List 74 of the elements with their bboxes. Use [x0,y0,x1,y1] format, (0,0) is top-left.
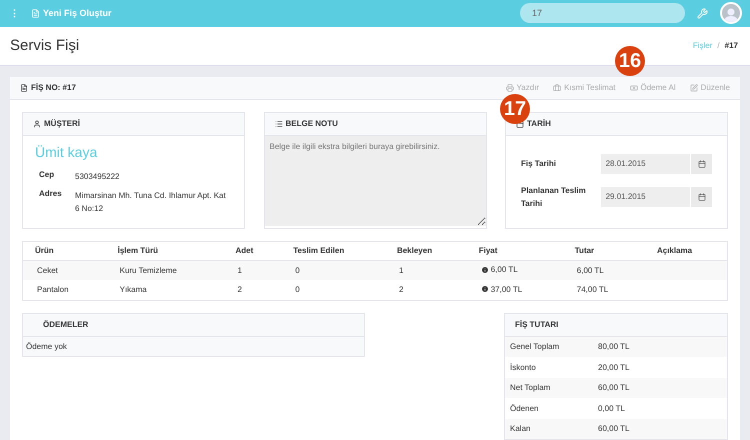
note-field[interactable]: Belge ile ilgili ekstra bilgileri buraya girebilirsiniz. [264,136,486,226]
total-label: Net Toplam [510,383,552,392]
empty-message: Ödeme yok [23,336,364,356]
user-icon [33,120,41,128]
table-cell: 6,00 TL [576,266,604,275]
total-label: Ödenen [510,404,540,413]
table-cell: 6,00 TL [480,265,518,274]
total-value: 60,00 TL [598,424,630,434]
total-value: 0,00 TL [598,404,625,413]
page-title: Servis Fişi [10,37,80,54]
action-link[interactable]: Kısmi Teslimat [553,83,616,92]
banknote-icon [630,84,638,92]
table-cell: 2 [237,285,242,294]
edit-icon [690,84,698,92]
table-cell: Pantalon [37,285,69,294]
calendar-icon [698,192,706,200]
column-header: Bekleyen [384,241,467,260]
total-value: 80,00 TL [598,342,630,352]
card-title: ÖDEMELER [42,320,88,329]
table-cell: 2 [398,285,404,294]
total-value: 20,00 TL [598,362,630,372]
search-field[interactable]: 17 [520,3,685,24]
column-header: Tutar [562,241,645,260]
action-link[interactable]: Ödeme Al [630,83,676,92]
table-cell: Ceket [37,266,58,275]
field-label: Planlanan Teslim Tarihi [521,184,587,210]
calendar-button[interactable] [690,154,712,174]
total-value: 60,00 TL [598,383,630,392]
field-value: Mimarsinan Mh. Tuna Cd. Ihlamur Apt. Kat 6 No:12 [75,190,227,214]
column-header: Ürün [22,241,106,260]
table-cell: Kuru Temizleme [120,266,177,275]
table-cell: 0 [295,285,300,294]
customer-name[interactable]: Ümit kaya [35,144,232,160]
calendar-icon [698,160,706,168]
card-title: MÜŞTERİ [44,119,80,128]
new-receipt-link[interactable]: Yeni Fiş Oluştur [31,8,508,18]
table-cell: 37,00 TL [480,284,522,294]
date-field[interactable]: 28.01.2015 [600,154,712,174]
field-label: Fiş Tarihi [521,158,557,170]
field-label: Cep [39,170,56,181]
calendar-button[interactable] [690,186,712,206]
document-icon [20,84,28,92]
info-icon [480,285,489,293]
receipt-number: FİŞ NO: #17 [20,83,76,92]
card-title: TARİH [527,119,551,128]
breadcrumb-item[interactable]: #17 [724,41,738,50]
field-value: 5303495222 [75,170,120,182]
column-header: Açıklama [644,241,728,260]
action-link[interactable]: Yazdır [506,83,540,92]
document-icon [31,8,40,18]
menu-icon[interactable]: ⋮ [10,8,19,18]
card-title: BELGE NOTU [286,119,338,128]
column-header: Fiyat [466,241,563,260]
table-cell: 1 [237,266,242,275]
card-title: FİŞ TUTARI [515,320,558,329]
total-label: Kalan [510,424,532,434]
date-field[interactable]: 29.01.2015 [600,186,712,206]
table-cell: Yıkama [120,285,147,294]
action-link[interactable]: Düzenle [690,83,730,92]
list-icon [274,120,282,128]
breadcrumb-item[interactable]: Fişler [692,41,712,50]
printer-icon [506,84,514,92]
table-cell: 1 [398,266,404,275]
briefcase-icon [553,84,562,92]
total-label: Genel Toplam [510,342,560,352]
info-icon [480,266,489,274]
table-cell: 0 [295,266,300,275]
breadcrumb-separator: / [717,41,720,50]
total-label: İskonto [510,362,537,372]
column-header: Adet [223,241,282,260]
column-header: Teslim Edilen [281,241,385,260]
table-cell: 74,00 TL [576,285,608,294]
column-header: İşlem Türü [106,241,224,260]
field-label: Adres [39,188,63,200]
